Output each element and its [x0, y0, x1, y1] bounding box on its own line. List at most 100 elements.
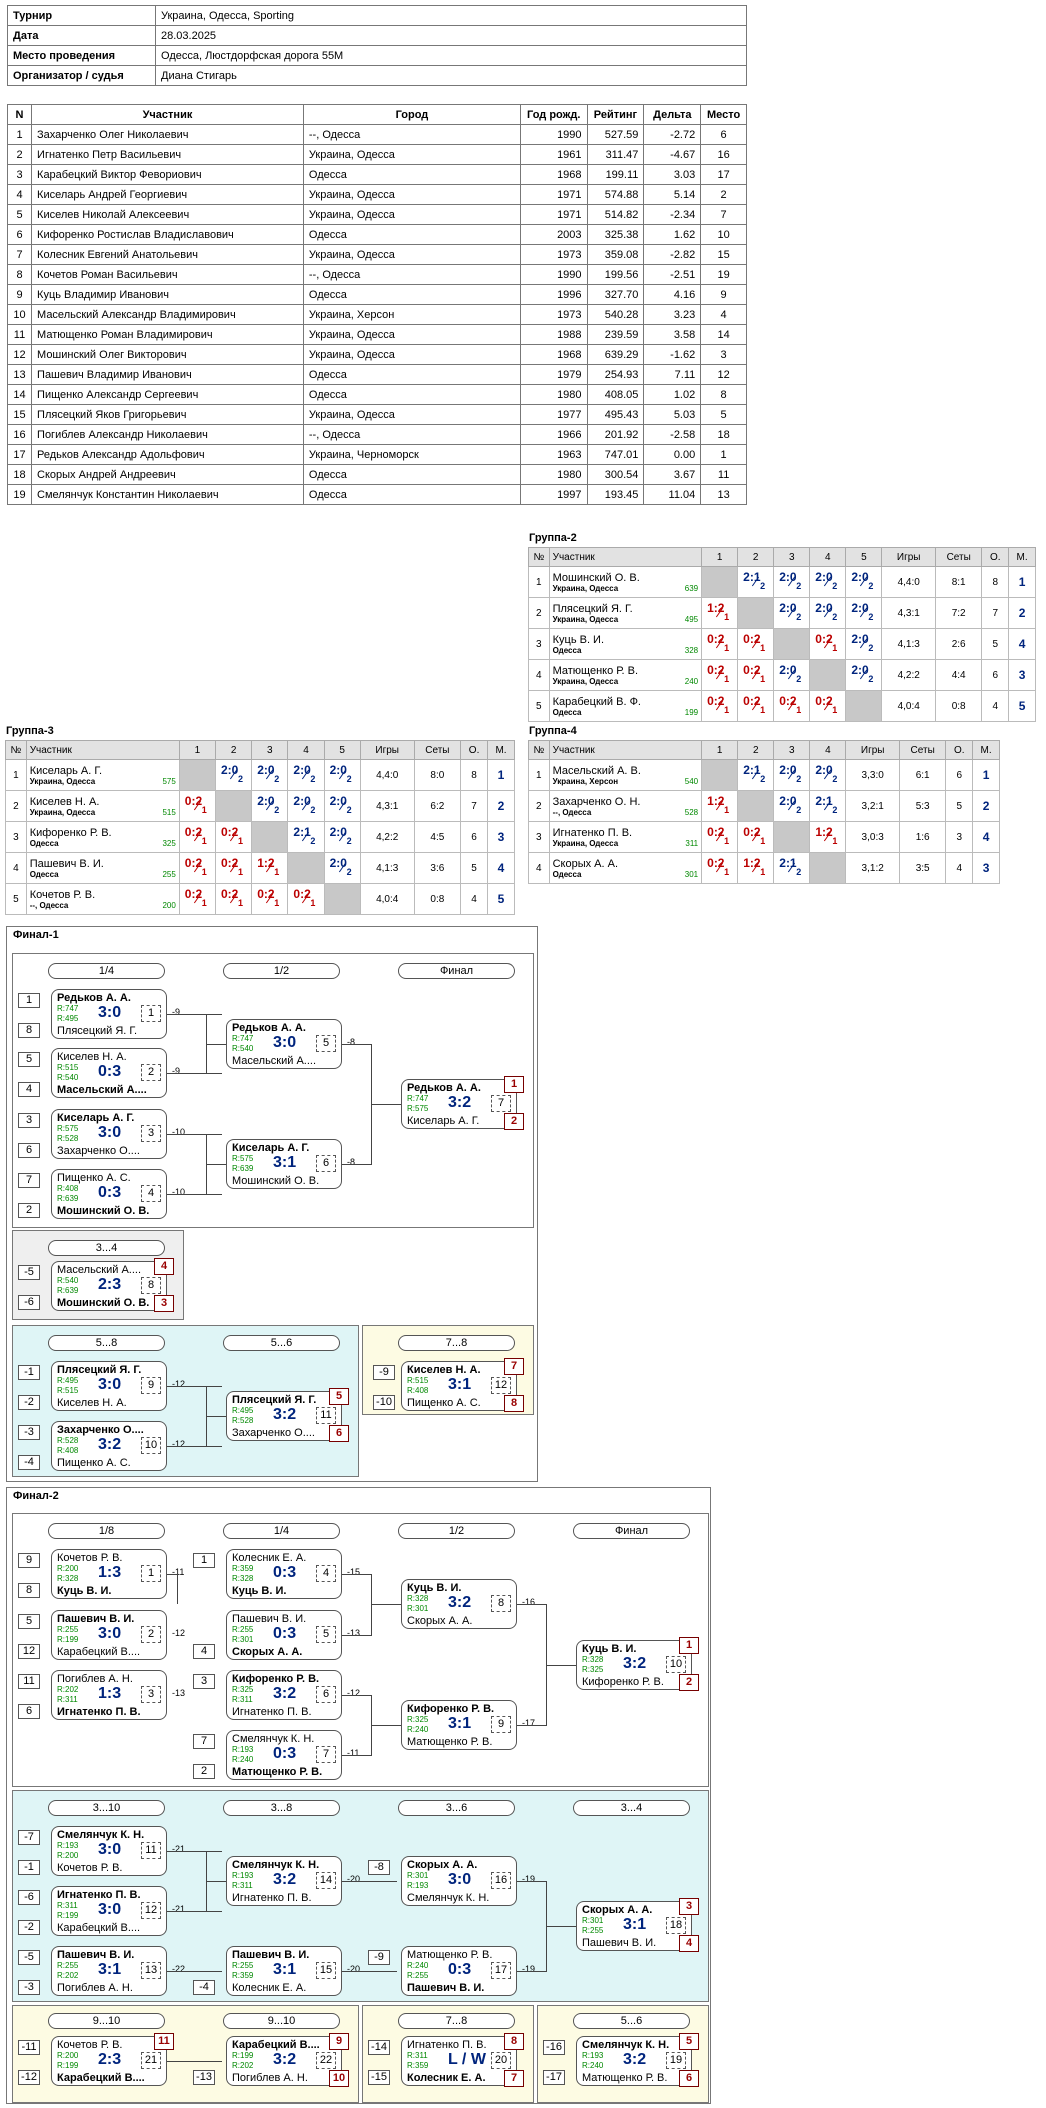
participant-cell: Украина, Одесса	[302, 244, 521, 265]
participant-row: 6 Кифоренко Ростислав Владиславович Одесса…	[6, 224, 747, 245]
group-result-points: 2	[796, 867, 802, 877]
match-rating-2: R:199	[57, 1911, 79, 1920]
group-title: Группа-2	[529, 532, 577, 544]
group-row-number: 4	[5, 852, 27, 884]
group-result: 0:2 1	[180, 884, 215, 914]
group-result-points: 1	[724, 674, 730, 684]
match-rating-1: R:747	[57, 1004, 79, 1013]
group-player-name: Матющенко Р. В.	[552, 664, 639, 677]
match-rating-1: R:747	[232, 1034, 254, 1043]
round-label: 5...8	[48, 1335, 165, 1351]
participant-cell: 16	[6, 424, 33, 445]
bracket-line	[206, 1044, 226, 1045]
group-result-cell: 0:2 1	[178, 790, 217, 822]
group-player-cell: Киселев Н. А. Украина, Одесса 515	[25, 790, 180, 822]
group-header-cell: Сеты	[413, 740, 462, 760]
bracket-line	[546, 1926, 576, 1927]
participant-row: 9 Куць Владимир Иванович Одесса 1996 327.70 4…	[6, 284, 747, 305]
seed-box: 9	[18, 1553, 40, 1568]
round-label: Финал	[573, 1523, 690, 1539]
seed-box: 7	[18, 1173, 40, 1188]
loser-destination: -9	[172, 1007, 181, 1017]
group-result-points: 2	[760, 774, 766, 784]
info-label: Турнир	[7, 5, 156, 26]
group-header-cell: №	[5, 740, 27, 760]
participant-row: 16 Погиблев Александр Николаевич --, Одесс…	[6, 424, 747, 445]
group-result-points: 2	[868, 674, 874, 684]
group-row: 2 Захарченко О. Н. --, Одесса 528 1:2 1 2:0 2 2:…	[528, 790, 1000, 822]
participant-cell: Захарченко Олег Николаевич	[31, 124, 304, 145]
group-player-cell: Кочетов Р. В. --, Одесса 200	[25, 883, 180, 915]
participant-cell: Колесник Евгений Анатольевич	[31, 244, 304, 265]
match-player-2: Игнатенко П. В.	[232, 1706, 312, 1718]
match-score: 2:3	[98, 1276, 122, 1293]
bracket-line	[167, 1971, 222, 1972]
match-player-1: Пашевич В. И.	[57, 1949, 135, 1961]
group-result-points: 1	[724, 867, 730, 877]
participant-cell: 12	[700, 364, 747, 385]
group-pts-cell: 6	[981, 659, 1010, 691]
group-result: 0:2 1	[738, 691, 773, 721]
group-result: 0:2 1	[810, 629, 845, 659]
participant-cell: 1980	[519, 384, 588, 405]
participants-header-cell: Дельта	[643, 104, 702, 125]
bracket-line	[206, 1164, 226, 1165]
participant-cell: 15	[700, 244, 747, 265]
group-header-cell: О.	[945, 740, 974, 760]
group-place-cell: 2	[1008, 597, 1036, 629]
info-value: Одесса, Люстдорфская дорога 55М	[155, 45, 747, 66]
bracket-line	[167, 1386, 222, 1387]
participant-cell: -4.67	[643, 144, 702, 165]
participant-cell: Киселев Николай Алексеевич	[31, 204, 304, 225]
group-header-cell: 5	[323, 740, 361, 760]
group-result-points: 1	[760, 643, 766, 653]
group-result-cell: 2:1 2	[737, 566, 775, 598]
group-result: 2:0 2	[252, 760, 287, 790]
group-games-cell: 4,1:3	[359, 852, 415, 884]
match-box: Кочетов Р. В. R:200 R:199 2:3 21 Карабецкий В…	[51, 2036, 167, 2086]
group-result: 0:2 1	[702, 853, 737, 883]
group-result-cell: 1:2 1	[809, 821, 847, 853]
match-box: Скорых А. А. R:301 R:255 3:1 18 Пашевич В. И.	[576, 1901, 692, 1951]
participants-header-cell: N	[6, 104, 33, 125]
participant-cell: 639.29	[586, 344, 645, 365]
match-score: 3:2	[623, 1655, 647, 1672]
group-player-name: Карабецкий В. Ф.	[552, 695, 641, 708]
group-result-points: 2	[796, 774, 802, 784]
match-player-1: Смелянчук К. Н.	[582, 2039, 670, 2051]
participant-cell: 747.01	[586, 444, 645, 465]
group-player-rating: 540	[684, 776, 699, 786]
match-player-2: Масельский А....	[57, 1084, 147, 1096]
group-place-cell: 1	[487, 759, 515, 791]
match-box: Масельский А.... R:540 R:639 2:3 8 Мошинский …	[51, 1261, 167, 1311]
participants-header-row: N Участник Город Год рожд. Рейтинг Дельта Мест…	[6, 104, 747, 125]
participant-cell: 1968	[519, 344, 588, 365]
group-result-cell: 2:0 2	[323, 790, 361, 822]
participant-cell: 11	[6, 324, 33, 345]
final-place-badge: 3	[679, 1898, 699, 1915]
final-place-badge: 2	[504, 1113, 524, 1130]
round-label: 5...6	[223, 1335, 340, 1351]
group-sets-cell: 0:8	[934, 690, 983, 722]
group-result: 0:2 1	[216, 853, 251, 883]
match-rating-2: R:255	[582, 1926, 604, 1935]
participant-cell: Матющенко Роман Владимирович	[31, 324, 304, 345]
group-games-cell: 4,0:4	[881, 690, 936, 722]
participant-cell: Игнатенко Петр Васильевич	[31, 144, 304, 165]
participant-cell: 495.43	[586, 404, 645, 425]
bracket-line	[167, 1446, 222, 1447]
group-result-cell	[287, 852, 325, 884]
group-result-cell	[845, 690, 883, 722]
round-label: 1/4	[48, 963, 165, 979]
group-row-number: 5	[5, 883, 27, 915]
participant-cell: 2003	[519, 224, 588, 245]
participant-cell: Одесса	[302, 224, 521, 245]
group-row-number: 1	[528, 759, 550, 791]
match-player-1: Масельский А....	[57, 1264, 142, 1276]
group-row: 4 Матющенко Р. В. Украина, Одесса 240 0:2 1 0:…	[528, 659, 1036, 691]
match-player-2: Игнатенко П. В.	[57, 1706, 141, 1718]
info-row: Место проведения Одесса, Люстдорфская дор…	[7, 45, 747, 66]
match-player-1: Киселарь А. Г.	[57, 1112, 135, 1124]
group-result-cell	[323, 883, 361, 915]
group-row-number: 4	[528, 852, 550, 884]
